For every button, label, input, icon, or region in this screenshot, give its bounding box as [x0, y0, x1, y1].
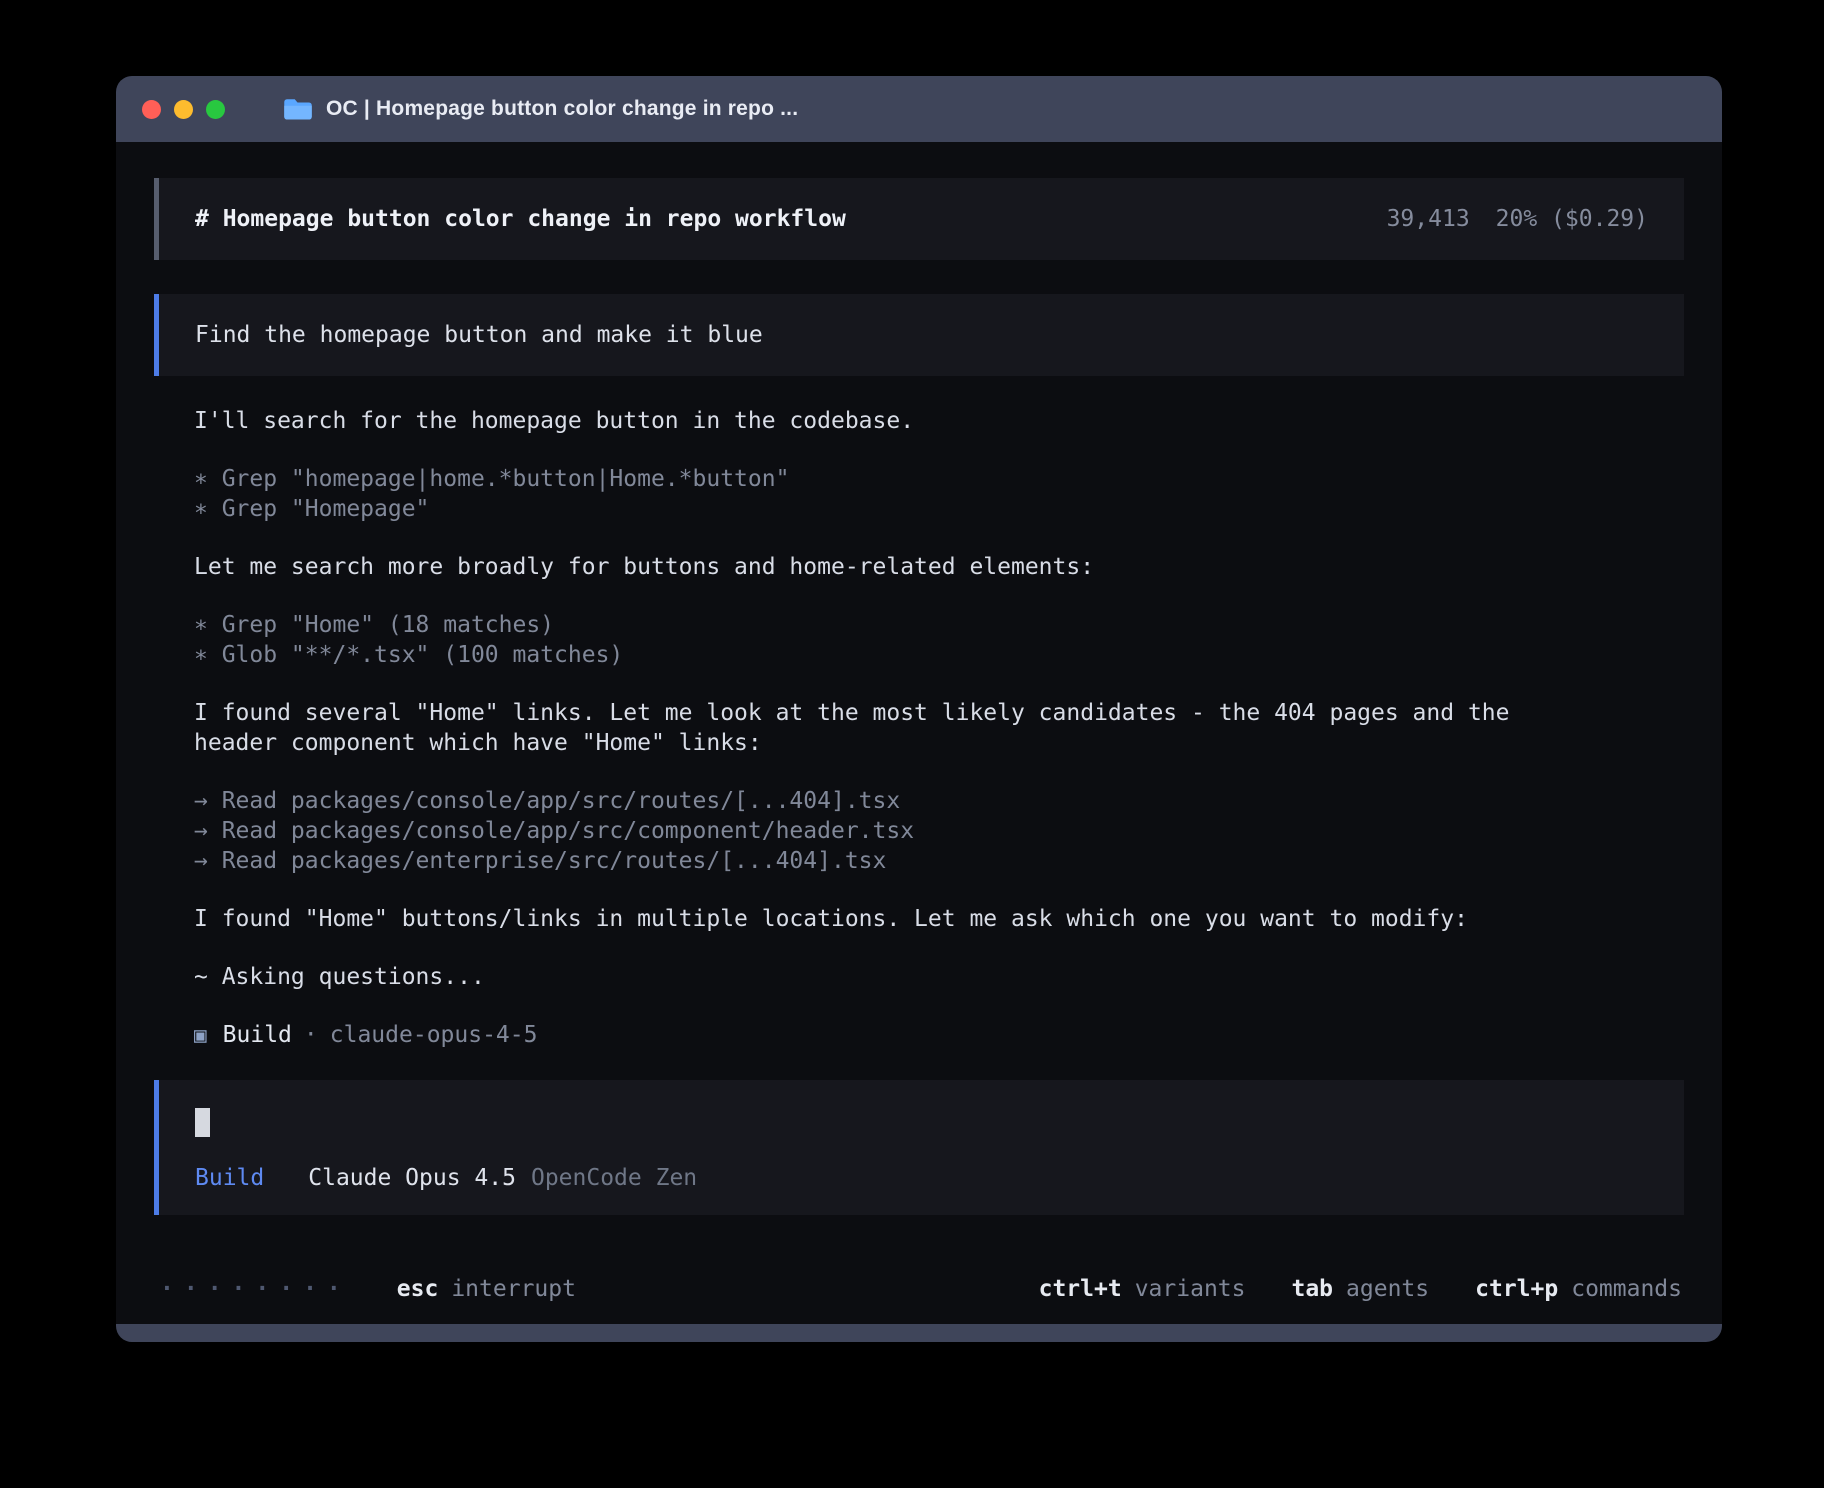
asking-questions-status: ~ Asking questions... [194, 962, 1684, 992]
user-message-text: Find the homepage button and make it blu… [195, 322, 763, 348]
token-count: 39,413 [1387, 206, 1470, 232]
user-message-quote: Find the homepage button and make it blu… [154, 294, 1684, 376]
tool-call-read: → Read packages/console/app/src/componen… [194, 816, 1684, 846]
minimize-button[interactable] [174, 100, 193, 119]
session-stats: 39,413 20% ($0.29) [1387, 206, 1648, 232]
zoom-button[interactable] [206, 100, 225, 119]
hint-commands: ctrl+p commands [1475, 1276, 1682, 1302]
assistant-paragraph: Let me search more broadly for buttons a… [194, 552, 1684, 582]
model-indicator: Claude Opus 4.5 [308, 1165, 516, 1191]
hint-variants: ctrl+t variants [1039, 1276, 1246, 1302]
agent-status-row: ▣ Build · claude-opus-4-5 [194, 1020, 1684, 1050]
input-meta-row: Build Claude Opus 4.5 OpenCode Zen [195, 1165, 1648, 1191]
tool-call-grep: ∗ Grep "Homepage" [194, 494, 1684, 524]
agent-name: Build [223, 1020, 292, 1050]
tool-call-glob: ∗ Glob "**/*.tsx" (100 matches) [194, 640, 1684, 670]
spinner-dots: ········ [160, 1276, 351, 1302]
close-button[interactable] [142, 100, 161, 119]
terminal-content: # Homepage button color change in repo w… [116, 142, 1722, 1324]
assistant-transcript: I'll search for the homepage button in t… [194, 406, 1684, 1050]
traffic-lights [142, 100, 225, 119]
tool-call-grep: ∗ Grep "Home" (18 matches) [194, 610, 1684, 640]
window-title: OC | Homepage button color change in rep… [326, 97, 798, 121]
mode-indicator: Build [195, 1165, 264, 1191]
agent-model: claude-opus-4-5 [330, 1020, 538, 1050]
agent-icon: ▣ [194, 1020, 207, 1050]
agent-separator: · [304, 1020, 318, 1050]
assistant-paragraph: I found several "Home" links. Let me loo… [194, 698, 1574, 758]
tool-call-grep: ∗ Grep "homepage|home.*button|Home.*butt… [194, 464, 1684, 494]
session-header: # Homepage button color change in repo w… [154, 178, 1684, 260]
context-usage: 20% ($0.29) [1496, 206, 1648, 232]
prompt-input[interactable]: Build Claude Opus 4.5 OpenCode Zen [154, 1080, 1684, 1215]
assistant-paragraph: I found "Home" buttons/links in multiple… [194, 904, 1684, 934]
session-title: # Homepage button color change in repo w… [195, 206, 846, 232]
text-cursor [195, 1108, 210, 1137]
folder-icon [283, 97, 313, 122]
window-titlebar[interactable]: OC | Homepage button color change in rep… [116, 76, 1722, 142]
hint-interrupt: esc interrupt [397, 1276, 576, 1302]
status-bar: ········ esc interrupt ctrl+t variants t… [154, 1260, 1684, 1324]
terminal-window: OC | Homepage button color change in rep… [116, 76, 1722, 1342]
provider-indicator: OpenCode Zen [531, 1165, 697, 1191]
assistant-paragraph: I'll search for the homepage button in t… [194, 406, 1684, 436]
tool-call-read: → Read packages/console/app/src/routes/[… [194, 786, 1684, 816]
tool-call-read: → Read packages/enterprise/src/routes/[.… [194, 846, 1684, 876]
hint-agents: tab agents [1291, 1276, 1429, 1302]
